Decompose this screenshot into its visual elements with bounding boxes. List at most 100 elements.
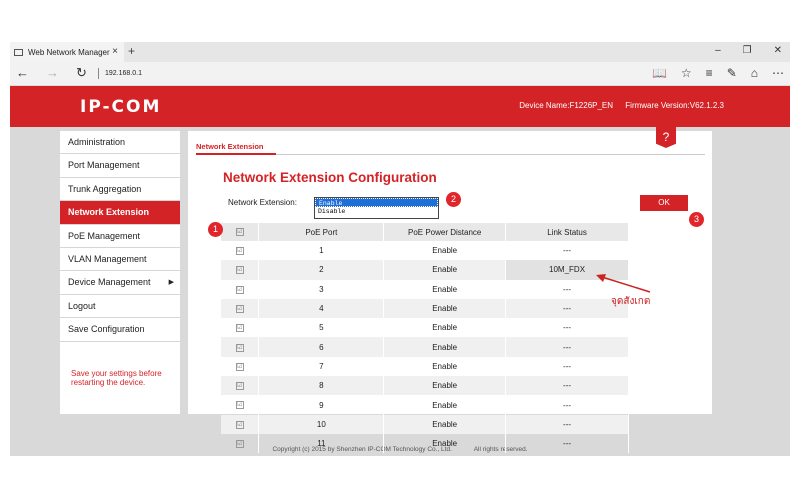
row-select-cell: ☑ (221, 414, 260, 434)
row-select-cell: ☑ (221, 241, 260, 261)
table-row: ☑ 3 Enable --- (221, 279, 629, 299)
power-distance-cell: Enable (383, 279, 507, 299)
row-checkbox[interactable]: ☑ (235, 343, 244, 352)
sidebar-menu: Administration Port Management Trunk Agg… (60, 131, 180, 414)
table-header-row: ☑ PoE Port PoE Power Distance Link Statu… (221, 223, 629, 241)
power-distance-cell: Enable (383, 356, 507, 377)
browser-toolbar: 📖 ☆ ≡ ✎ ⌂ ⋯ (652, 66, 784, 80)
power-distance-cell: Enable (383, 298, 507, 319)
row-checkbox[interactable]: ☑ (235, 304, 244, 313)
select-all-checkbox[interactable]: ☑ (235, 228, 244, 237)
table-row: ☑ 1 Enable --- (221, 241, 629, 261)
poe-port-cell: 1 (258, 241, 385, 261)
table-row: ☑ 9 Enable --- (221, 395, 629, 415)
firmware-version: Firmware Version:V62.1.2.3 (625, 101, 724, 110)
network-extension-dropdown[interactable]: Enable Disable (314, 197, 439, 219)
row-checkbox[interactable]: ☑ (235, 285, 244, 294)
submenu-arrow-icon: ▶ (168, 279, 174, 287)
close-window-button[interactable]: ✕ (774, 45, 782, 56)
tab-network-extension[interactable]: Network Extension (196, 142, 264, 151)
sidebar-item-network-extension[interactable]: Network Extension (60, 201, 180, 225)
favorite-star-icon[interactable]: ☆ (681, 66, 692, 80)
table-row: ☑ 11 Enable --- (221, 433, 629, 454)
link-status-cell: --- (505, 318, 629, 338)
table-row: ☑ 10 Enable --- (221, 414, 629, 434)
row-select-cell: ☑ (221, 298, 260, 319)
sidebar-item-port-management[interactable]: Port Management (60, 154, 180, 178)
sidebar-item-device-management[interactable]: Device Management ▶ (60, 271, 180, 295)
table-row: ☑ 4 Enable --- (221, 298, 629, 319)
device-name: Device Name:F1226P_EN (519, 101, 614, 110)
power-distance-cell: Enable (383, 376, 507, 396)
row-select-cell: ☑ (221, 318, 260, 338)
header-link-status: Link Status (505, 223, 629, 241)
link-status-cell: --- (505, 376, 629, 396)
link-status-cell: --- (505, 241, 629, 261)
poe-port-cell: 8 (258, 376, 385, 396)
device-info: Device Name:F1226P_EN Firmware Version:V… (519, 101, 724, 110)
poe-port-cell: 10 (258, 414, 385, 434)
sidebar-item-label: Device Management (68, 277, 151, 288)
row-checkbox[interactable]: ☑ (235, 266, 244, 275)
network-extension-label: Network Extension: (228, 198, 297, 207)
navigation-buttons: ← → ↻ (16, 65, 87, 81)
sidebar-item-label: Save Configuration (68, 324, 145, 335)
more-icon[interactable]: ⋯ (772, 66, 784, 80)
table-row: ☑ 7 Enable --- (221, 356, 629, 377)
sidebar-item-label: Logout (68, 300, 96, 311)
window-controls: – ❐ ✕ (715, 45, 782, 56)
link-status-cell: --- (505, 337, 629, 357)
dropdown-option-disable[interactable]: Disable (315, 207, 438, 216)
new-tab-button[interactable]: + (128, 44, 135, 58)
active-tab-indicator (196, 153, 276, 155)
back-icon[interactable]: ← (16, 65, 29, 81)
web-note-icon[interactable]: ✎ (727, 66, 737, 80)
help-icon[interactable]: ? (656, 127, 676, 148)
row-checkbox[interactable]: ☑ (235, 362, 244, 371)
poe-port-cell: 7 (258, 356, 385, 377)
power-distance-cell: Enable (383, 395, 507, 415)
poe-port-cell: 2 (258, 260, 385, 280)
row-checkbox[interactable]: ☑ (235, 420, 244, 429)
sidebar-item-label: VLAN Management (68, 253, 147, 264)
close-tab-icon[interactable]: × (112, 46, 118, 57)
sidebar-item-trunk-aggregation[interactable]: Trunk Aggregation (60, 178, 180, 202)
reading-view-icon[interactable]: 📖 (652, 66, 667, 80)
row-checkbox[interactable]: ☑ (235, 324, 244, 333)
sidebar-item-label: PoE Management (68, 230, 141, 241)
header-poe-port: PoE Port (258, 223, 385, 241)
hub-icon[interactable]: ≡ (706, 66, 713, 80)
row-select-cell: ☑ (221, 260, 260, 280)
poe-table: ☑ PoE Port PoE Power Distance Link Statu… (221, 223, 629, 454)
sidebar-item-vlan-management[interactable]: VLAN Management (60, 248, 180, 272)
annotation-note: จุดสังเกต (611, 296, 651, 307)
annotation-marker-1: 1 (208, 222, 223, 237)
annotation-marker-3: 3 (689, 212, 704, 227)
ok-button[interactable]: OK (640, 195, 688, 211)
refresh-icon[interactable]: ↻ (76, 65, 87, 81)
poe-port-cell: 6 (258, 337, 385, 357)
row-checkbox[interactable]: ☑ (235, 401, 244, 410)
row-checkbox[interactable]: ☑ (235, 440, 244, 448)
select-all-header: ☑ (221, 223, 260, 241)
row-checkbox[interactable]: ☑ (235, 247, 244, 256)
row-checkbox[interactable]: ☑ (235, 382, 244, 391)
ip-com-logo: IP-COM (80, 97, 162, 117)
save-note: Save your settings before restarting the… (71, 368, 162, 388)
url-field[interactable]: 192.168.0.1 (98, 68, 142, 79)
share-icon[interactable]: ⌂ (751, 66, 758, 80)
dropdown-option-enable[interactable]: Enable (315, 198, 438, 207)
sidebar-item-poe-management[interactable]: PoE Management (60, 225, 180, 248)
sidebar-item-save-configuration[interactable]: Save Configuration (60, 318, 180, 342)
browser-tab[interactable]: Web Network Manager × (10, 42, 124, 62)
sidebar-item-logout[interactable]: Logout (60, 295, 180, 319)
forward-icon[interactable]: → (46, 65, 59, 81)
poe-port-cell: 4 (258, 298, 385, 319)
poe-port-cell: 5 (258, 318, 385, 338)
sidebar-item-administration[interactable]: Administration (60, 131, 180, 155)
link-status-cell: --- (505, 414, 629, 434)
poe-port-cell: 11 (258, 433, 385, 454)
minimize-button[interactable]: – (715, 45, 721, 56)
page-title: Network Extension Configuration (223, 170, 437, 185)
restore-button[interactable]: ❐ (743, 45, 752, 56)
